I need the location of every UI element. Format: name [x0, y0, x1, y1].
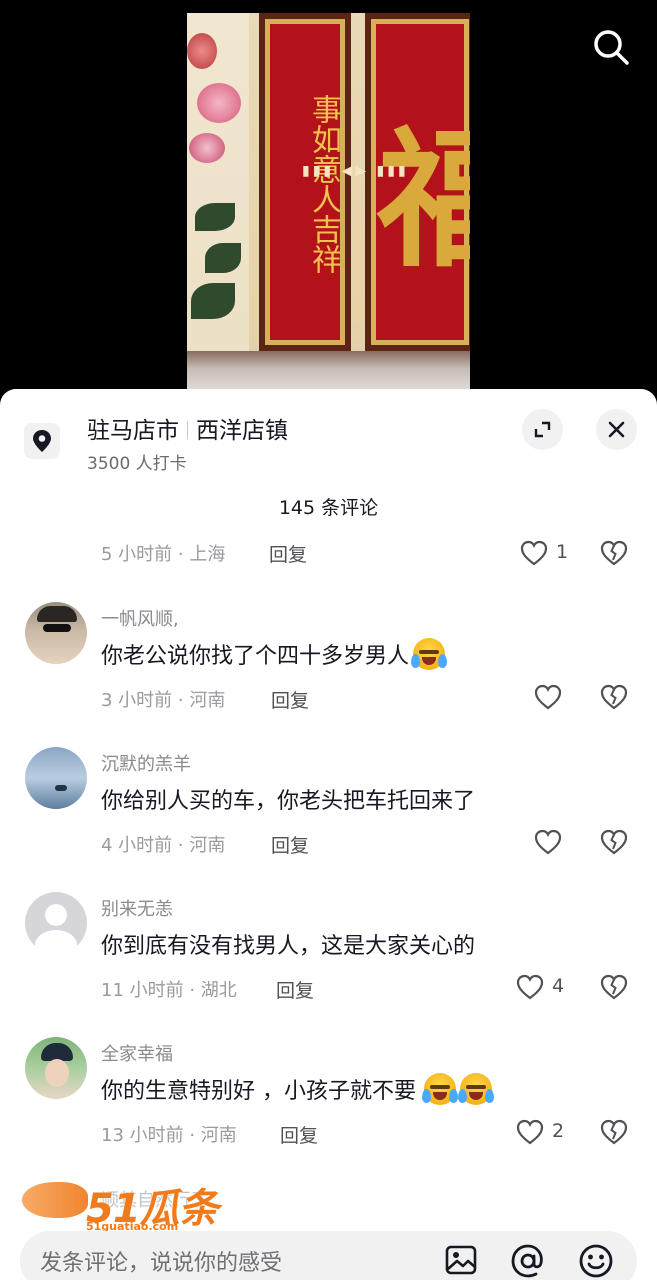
like-count: 1: [556, 541, 569, 563]
at-icon[interactable]: [510, 1243, 546, 1279]
divider: [187, 421, 188, 439]
broken-heart-icon[interactable]: [600, 540, 628, 566]
avatar[interactable]: [25, 602, 87, 664]
checkin-count: 3500 人打卡: [87, 454, 187, 474]
couplet-scroll: 事如意人吉祥: [259, 13, 351, 351]
broken-heart-icon[interactable]: [600, 684, 628, 710]
broken-heart-icon[interactable]: [600, 974, 628, 1000]
crying-emoji-icon: [458, 1073, 494, 1105]
heart-outline-icon[interactable]: [534, 829, 562, 855]
comment-meta: 13 小时前 · 河南 回复 2: [101, 1119, 641, 1148]
location-city: 驻马店市: [87, 418, 179, 444]
avatar[interactable]: [25, 747, 87, 809]
reply-button[interactable]: 回复: [271, 831, 309, 858]
expand-icon: [534, 421, 551, 438]
comment-text: 你到底有没有找男人，这是大家关心的: [101, 928, 475, 960]
fu-scroll: 福: [365, 13, 470, 351]
comment-text: 你的生意特别好 ，小孩子就不要: [101, 1073, 494, 1105]
comment-text: 你给别人买的车，你老头把车托回来了: [101, 783, 475, 815]
comment-text: 你老公说你找了个四十多岁男人: [101, 638, 448, 670]
comment-item[interactable]: 沉默的羔羊 你给别人买的车，你老头把车托回来了 4 小时前 · 河南 回复: [0, 747, 657, 887]
heart-outline-icon: [516, 1119, 544, 1145]
like-count: 2: [552, 1120, 565, 1142]
comment-item[interactable]: 一帆风顺, 你老公说你找了个四十多岁男人 3 小时前 · 河南 回复: [0, 602, 657, 742]
expand-button[interactable]: [522, 409, 563, 450]
comment-text-body: 你老公说你找了个四十多岁男人: [101, 644, 410, 669]
broken-heart-icon[interactable]: [600, 1119, 628, 1145]
reply-button[interactable]: 回复: [280, 1121, 318, 1148]
comment-item[interactable]: 全家幸福 你的生意特别好 ，小孩子就不要 13 小时前 · 河南 回复 2: [0, 1037, 657, 1177]
comments-sheet: 驻马店市 西洋店镇 3500 人打卡 145 条评论 5 小时前 · 上海 回复 …: [0, 389, 657, 1280]
location-town: 西洋店镇: [196, 418, 288, 444]
comment-item[interactable]: 别来无恙 你到底有没有找男人，这是大家关心的 11 小时前 · 湖北 回复 4: [0, 892, 657, 1032]
location-pin-icon: [33, 430, 51, 452]
comment-text-body: 你的生意特别好 ，小孩子就不要: [101, 1079, 416, 1104]
comment-username[interactable]: 别来无恙: [101, 895, 173, 921]
fu-character: 福: [377, 112, 470, 288]
comment-count: 145 条评论: [278, 497, 379, 519]
heart-outline-icon: [520, 540, 548, 566]
video-player[interactable]: 事如意人吉祥 福 ▮▮▮ ◀▶ ▮▮▮: [0, 0, 657, 395]
default-avatar-icon[interactable]: [25, 892, 87, 954]
broken-heart-icon[interactable]: [600, 829, 628, 855]
reply-button[interactable]: 回复: [269, 540, 307, 567]
emoji-icon[interactable]: [578, 1243, 614, 1279]
peony-painting: [187, 13, 249, 353]
comment-input-placeholder: 发条评论，说说你的感受: [40, 1251, 283, 1276]
heart-outline-icon: [516, 974, 544, 1000]
comment-time-location: 4 小时前 · 河南: [101, 835, 226, 856]
comment-input[interactable]: 发条评论，说说你的感受: [20, 1231, 637, 1280]
comment-time-location: 11 小时前 · 湖北: [101, 980, 237, 1001]
location-badge: [24, 423, 60, 459]
location-row[interactable]: 驻马店市 西洋店镇 3500 人打卡: [0, 389, 657, 484]
location-title[interactable]: 驻马店市 西洋店镇: [87, 411, 288, 445]
reply-button[interactable]: 回复: [271, 686, 309, 713]
crying-emoji-icon: [422, 1073, 458, 1105]
image-icon[interactable]: [444, 1243, 478, 1277]
video-frame[interactable]: 事如意人吉祥 福 ▮▮▮ ◀▶ ▮▮▮: [187, 13, 470, 395]
comment-username[interactable]: 全家幸福: [101, 1040, 173, 1066]
comment-time-location: 5 小时前 · 上海: [101, 544, 226, 565]
like-count: 4: [552, 975, 565, 997]
close-button[interactable]: [596, 409, 637, 450]
comment-text-body: 你给别人买的车，你老头把车托回来了: [101, 789, 476, 814]
comment-meta: 5 小时前 · 上海 回复 1: [101, 540, 641, 566]
comment-text-body: 你到底有没有找男人，这是大家关心的: [101, 934, 476, 959]
comment-username[interactable]: 沉默的羔羊: [101, 750, 191, 776]
comment-meta: 4 小时前 · 河南 回复: [101, 829, 641, 858]
comment-meta: 3 小时前 · 河南 回复: [101, 684, 641, 713]
search-icon: [594, 30, 629, 65]
reply-button[interactable]: 回复: [276, 976, 314, 1003]
crying-emoji-icon: [411, 638, 448, 670]
search-button[interactable]: [590, 26, 632, 68]
couplet-text: 事如意人吉祥: [306, 94, 341, 274]
video-overlay-icon: ▮▮▮ ◀▶ ▮▮▮: [302, 163, 409, 179]
fish-logo-icon: [22, 1182, 88, 1218]
comment-username[interactable]: 一帆风顺,: [101, 605, 179, 631]
close-icon: [608, 421, 625, 438]
comment-time-location: 3 小时前 · 河南: [101, 690, 226, 711]
avatar[interactable]: [25, 1037, 87, 1099]
heart-outline-icon[interactable]: [534, 684, 562, 710]
comment-meta: 11 小时前 · 湖北 回复 4: [101, 974, 641, 1003]
comment-time-location: 13 小时前 · 河南: [101, 1125, 237, 1146]
